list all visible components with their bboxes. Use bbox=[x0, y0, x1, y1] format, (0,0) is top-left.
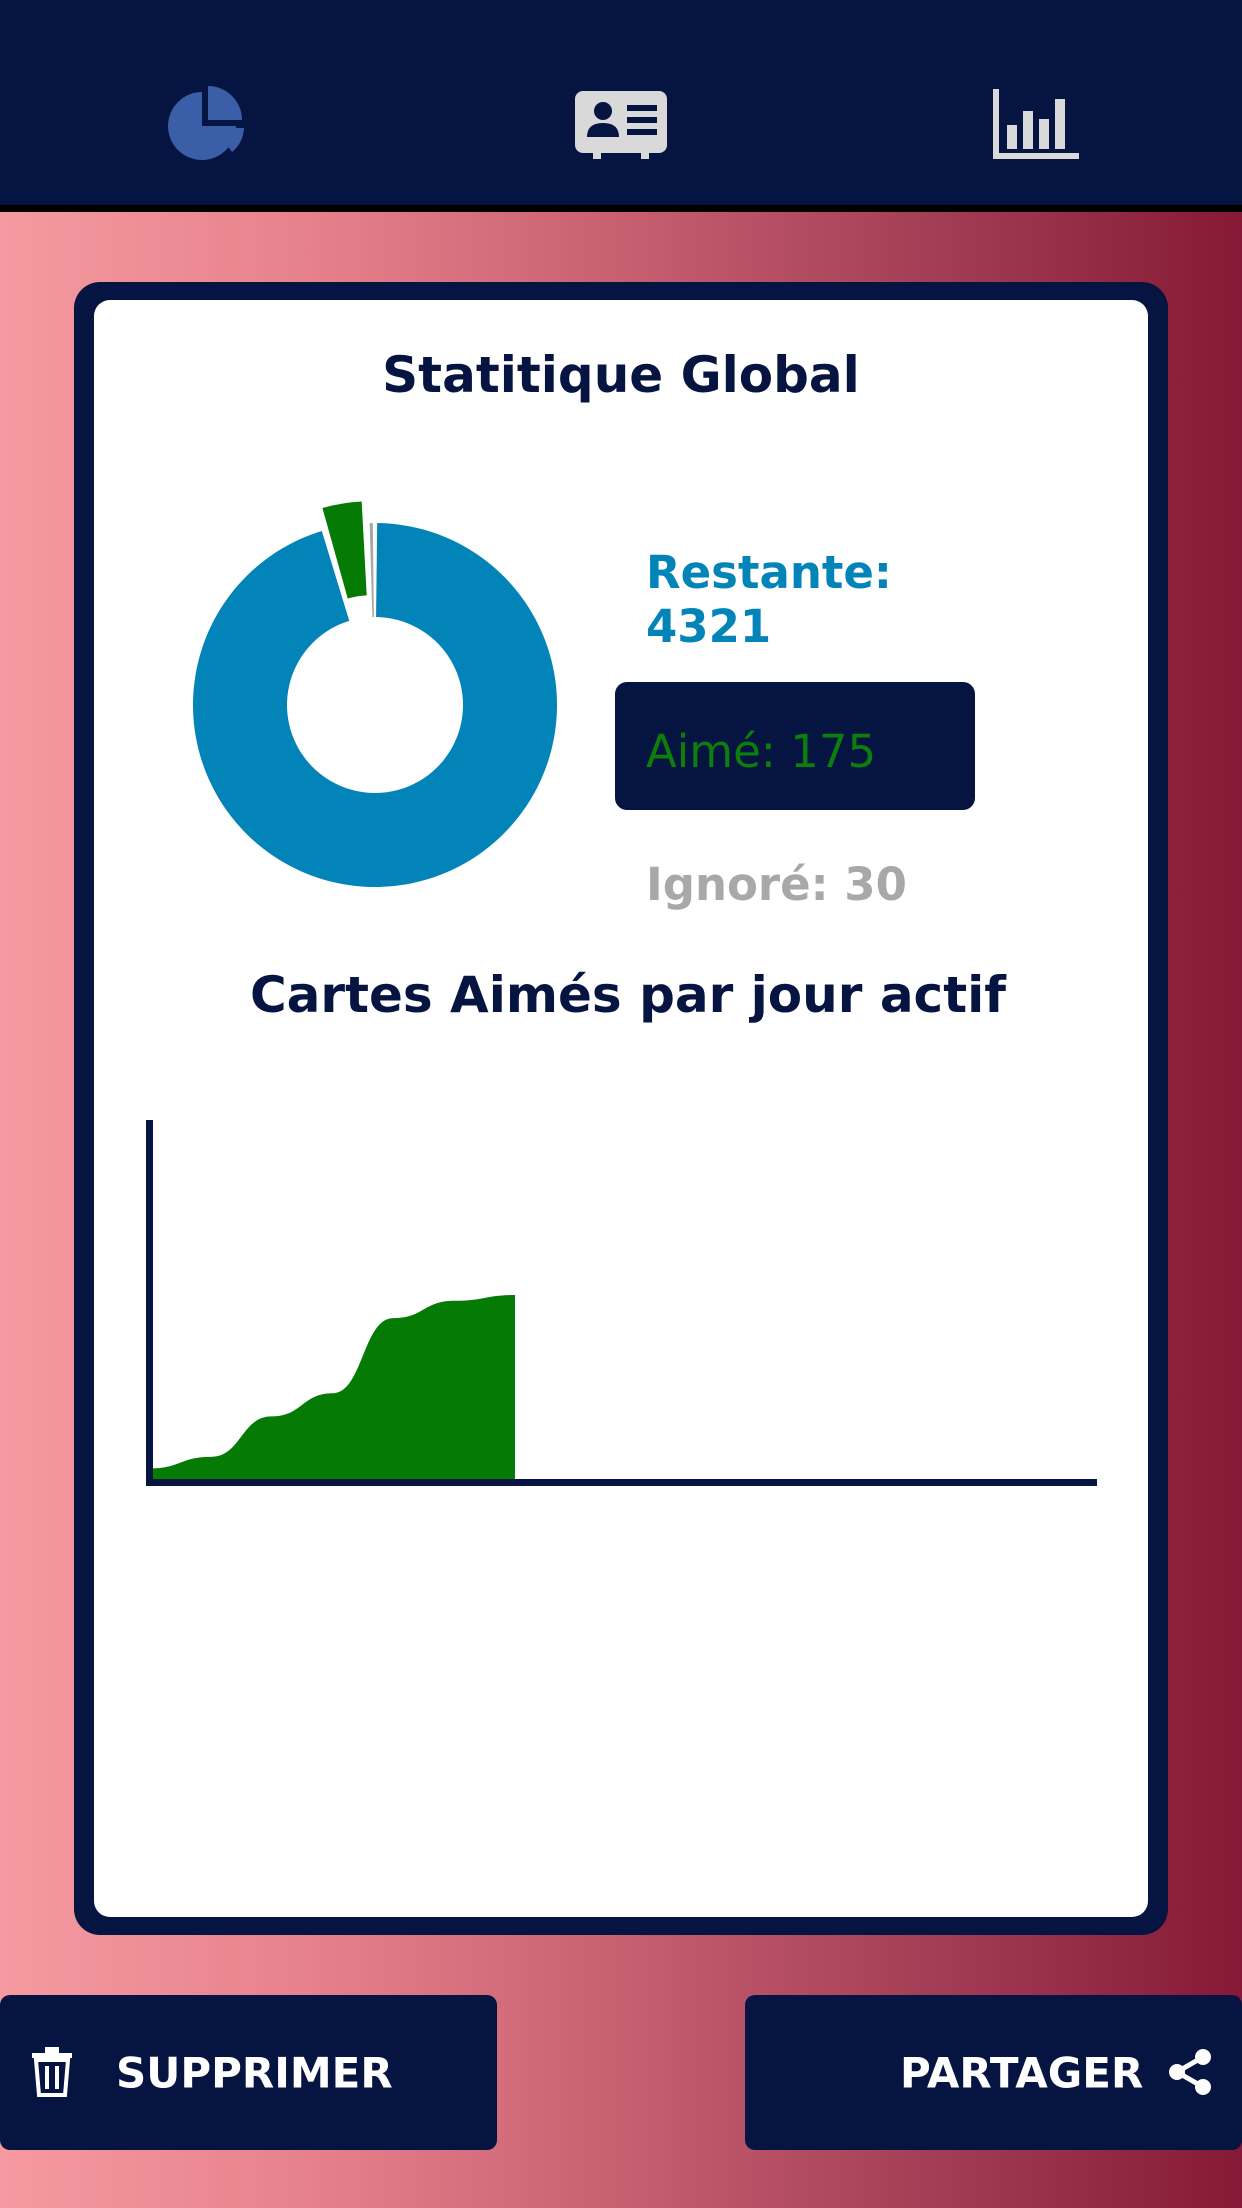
donut-slice-ignored bbox=[369, 523, 374, 618]
x-axis bbox=[146, 1479, 1097, 1486]
share-icon bbox=[1169, 2049, 1211, 2095]
liked-label: Aimé: 175 bbox=[646, 725, 877, 778]
bar-chart-icon bbox=[993, 89, 1079, 159]
donut-chart bbox=[192, 501, 557, 887]
nav-divider bbox=[0, 205, 1242, 212]
daily-likes-area bbox=[150, 1295, 515, 1480]
ignored-label: Ignoré: 30 bbox=[646, 858, 907, 911]
share-button-label: PARTAGER bbox=[900, 2048, 1144, 2097]
donut-slice-remaining bbox=[192, 523, 557, 887]
share-button[interactable]: PARTAGER bbox=[745, 1995, 1242, 2150]
daily-likes-title: Cartes Aimés par jour actif bbox=[249, 966, 1006, 1024]
tab-statistics[interactable] bbox=[152, 70, 262, 180]
global-stats-title: Statitique Global bbox=[382, 346, 860, 404]
remaining-value: 4321 bbox=[646, 600, 772, 653]
top-nav-bar bbox=[0, 0, 1242, 205]
delete-button-label: SUPPRIMER bbox=[116, 2048, 393, 2097]
trash-icon bbox=[32, 2047, 72, 2097]
remaining-label: Restante: bbox=[646, 546, 892, 599]
daily-likes-chart bbox=[146, 1120, 1097, 1486]
pie-chart-icon bbox=[168, 86, 244, 160]
y-axis bbox=[146, 1120, 153, 1486]
delete-button[interactable]: SUPPRIMER bbox=[0, 1995, 497, 2150]
tab-charts[interactable] bbox=[980, 70, 1090, 180]
id-card-icon bbox=[575, 91, 667, 159]
tab-profile[interactable] bbox=[566, 70, 676, 180]
